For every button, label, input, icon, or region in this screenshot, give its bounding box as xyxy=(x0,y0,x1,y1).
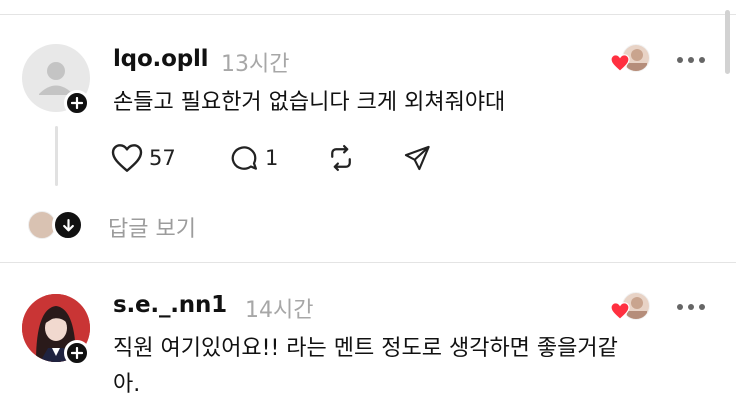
top-divider xyxy=(0,14,736,15)
timestamp: 13시간 xyxy=(221,52,290,77)
expand-replies-badge[interactable] xyxy=(52,209,84,241)
liked-by-indicator[interactable] xyxy=(610,44,650,80)
plus-icon xyxy=(71,97,83,109)
arrow-down-icon xyxy=(62,218,74,231)
share-icon xyxy=(404,145,430,171)
thread-line xyxy=(55,126,58,186)
comment-icon xyxy=(231,146,257,170)
more-button[interactable] xyxy=(677,55,705,65)
post-text-line-2: 아. xyxy=(113,372,141,397)
action-bar: 57 1 xyxy=(111,143,431,173)
scrollbar[interactable] xyxy=(725,10,730,74)
like-button[interactable]: 57 xyxy=(111,143,176,173)
repost-button[interactable] xyxy=(326,143,356,173)
username[interactable]: s.e._.nn1 xyxy=(113,292,227,318)
share-button[interactable] xyxy=(403,143,431,173)
post-divider xyxy=(0,262,736,263)
repost-icon xyxy=(331,145,351,171)
liked-by-indicator[interactable] xyxy=(610,292,650,328)
view-replies[interactable]: 답글 보기 xyxy=(28,209,238,243)
plus-icon xyxy=(71,347,83,359)
post-text: 손들고 필요한거 없습니다 크게 외쳐줘야대 xyxy=(113,90,506,115)
more-icon xyxy=(677,304,683,310)
username[interactable]: lqo.opll xyxy=(113,46,209,72)
follow-button[interactable] xyxy=(64,90,90,116)
like-count: 57 xyxy=(149,146,176,170)
heart-icon xyxy=(610,54,630,72)
follow-button[interactable] xyxy=(64,340,90,366)
view-replies-label: 답글 보기 xyxy=(108,217,196,242)
more-icon xyxy=(677,57,683,63)
timestamp: 14시간 xyxy=(245,298,314,323)
post-text-line-1: 직원 여기있어요!! 라는 멘트 정도로 생각하면 좋을거같 xyxy=(113,336,618,361)
comment-button[interactable]: 1 xyxy=(229,143,278,173)
heart-icon xyxy=(610,302,630,320)
comment-count: 1 xyxy=(265,146,279,170)
heart-icon xyxy=(111,144,143,172)
more-button[interactable] xyxy=(677,302,705,312)
